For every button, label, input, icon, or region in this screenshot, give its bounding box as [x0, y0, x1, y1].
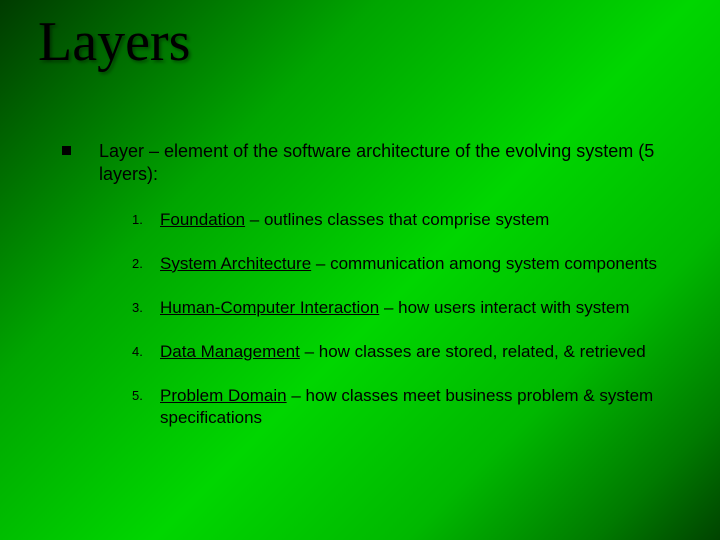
list-number: 5. — [132, 385, 160, 403]
list-text: Foundation – outlines classes that compr… — [160, 209, 549, 231]
list-item: 4. Data Management – how classes are sto… — [132, 341, 690, 363]
slide: Layers Layer – element of the software a… — [0, 0, 720, 540]
list-rest: – communication among system components — [311, 254, 657, 273]
list-rest: – how users interact with system — [379, 298, 629, 317]
list-item: 5. Problem Domain – how classes meet bus… — [132, 385, 690, 429]
numbered-list: 1. Foundation – outlines classes that co… — [132, 209, 690, 430]
list-text: System Architecture – communication amon… — [160, 253, 657, 275]
list-term: Problem Domain — [160, 386, 287, 405]
slide-body: Layer – element of the software architec… — [62, 140, 690, 451]
slide-title: Layers — [38, 10, 190, 74]
list-term: Human-Computer Interaction — [160, 298, 379, 317]
list-term: Foundation — [160, 210, 245, 229]
list-text: Problem Domain – how classes meet busine… — [160, 385, 690, 429]
list-item: 2. System Architecture – communication a… — [132, 253, 690, 275]
intro-text: Layer – element of the software architec… — [99, 140, 690, 187]
square-bullet-icon — [62, 146, 71, 155]
list-number: 3. — [132, 297, 160, 315]
list-number: 2. — [132, 253, 160, 271]
list-term: Data Management — [160, 342, 300, 361]
list-term: System Architecture — [160, 254, 311, 273]
list-number: 4. — [132, 341, 160, 359]
list-number: 1. — [132, 209, 160, 227]
intro-bullet: Layer – element of the software architec… — [62, 140, 690, 187]
list-item: 1. Foundation – outlines classes that co… — [132, 209, 690, 231]
list-item: 3. Human-Computer Interaction – how user… — [132, 297, 690, 319]
list-text: Human-Computer Interaction – how users i… — [160, 297, 630, 319]
list-text: Data Management – how classes are stored… — [160, 341, 646, 363]
list-rest: – outlines classes that comprise system — [245, 210, 549, 229]
list-rest: – how classes are stored, related, & ret… — [300, 342, 646, 361]
